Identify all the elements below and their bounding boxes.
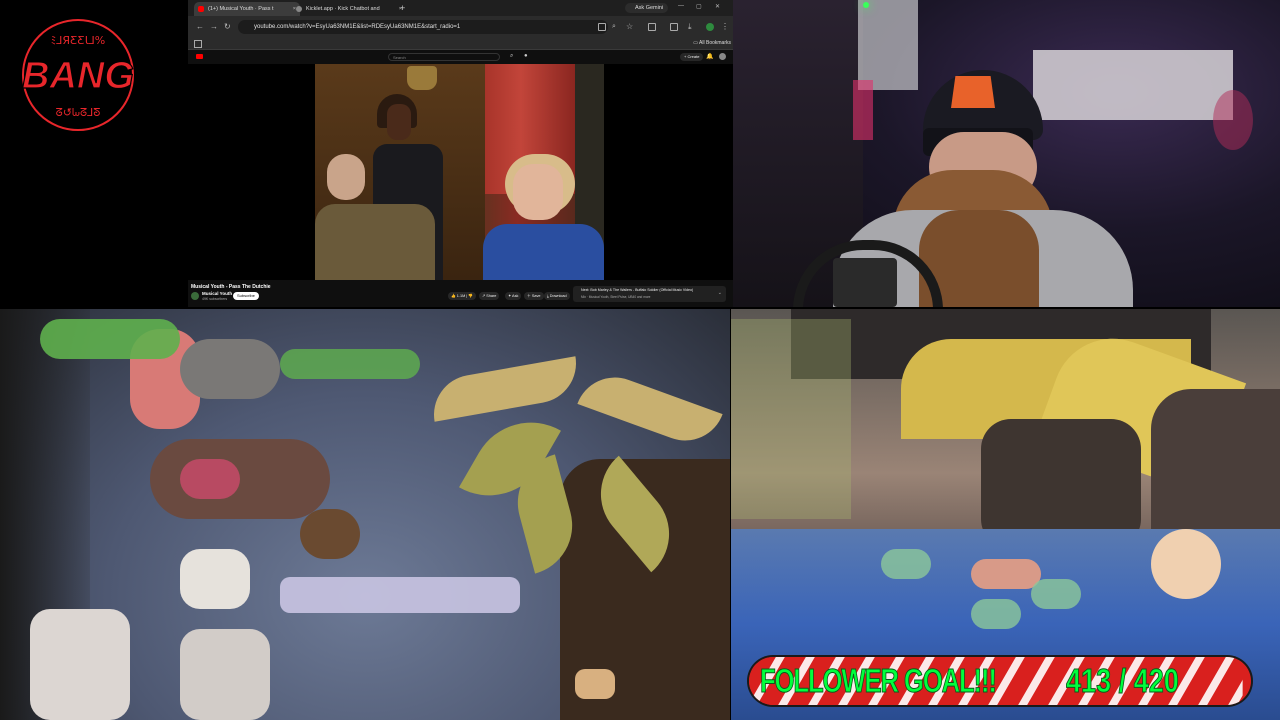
subscribe-label: Subscribe bbox=[237, 293, 255, 298]
video-meta: Musical Youth - Pass The Dutchie Musical… bbox=[188, 282, 733, 307]
close-window-icon[interactable]: ✕ bbox=[715, 3, 720, 10]
logo-top-text: ﾐ⅃ЯƸƸƖ⅃% bbox=[51, 34, 105, 47]
chevron-down-icon[interactable]: ⌄ bbox=[718, 290, 722, 296]
tab-bar: (1+) Musical Youth · Pass t × Kicklet.ap… bbox=[188, 0, 733, 16]
video-title: Musical Youth - Pass The Dutchie bbox=[191, 284, 271, 290]
channel-subs: 49K subscribers bbox=[202, 297, 228, 301]
share-label: Share bbox=[486, 294, 497, 298]
profile-avatar[interactable] bbox=[706, 23, 714, 31]
logo-bottom-text: ᘔ↺ᘈᘔ⅃ᘕ bbox=[56, 106, 101, 119]
create-label: + Create bbox=[684, 54, 700, 59]
sidebar-icon[interactable] bbox=[670, 23, 678, 31]
all-bookmarks[interactable]: ▭ All Bookmarks bbox=[693, 39, 731, 48]
forward-icon[interactable]: → bbox=[210, 22, 218, 32]
video-frame bbox=[315, 64, 604, 280]
like-count: 1.1M bbox=[456, 294, 466, 298]
youtube-page: Search ⌕ ● + Create 🔔 Musical Youth - Pa… bbox=[188, 50, 733, 307]
tab-kicklet[interactable]: Kicklet.app · Kick Chatbot and × bbox=[292, 2, 406, 16]
bang-logo: ﾐ⅃ЯƸƸƖ⅃% BANG ᘔ↺ᘈᘔ⅃ᘕ bbox=[21, 19, 135, 131]
like-button[interactable]: 👍 1.1M | 👎 bbox=[448, 292, 477, 300]
logo-name: BANG bbox=[22, 55, 134, 97]
tab-label: Kicklet.app · Kick Chatbot and bbox=[306, 6, 380, 12]
extensions-icon[interactable] bbox=[648, 23, 656, 31]
download-label: Download bbox=[549, 294, 567, 298]
mic-icon[interactable]: ● bbox=[524, 53, 528, 59]
download-button[interactable]: ⤓ Download bbox=[544, 292, 570, 300]
channel-avatar[interactable] bbox=[191, 292, 199, 300]
apps-icon[interactable] bbox=[194, 40, 202, 48]
download-icon[interactable]: ⤓ bbox=[688, 22, 692, 32]
goal-count: 413 / 420 bbox=[1066, 662, 1180, 700]
next-up-card[interactable]: Next: Bob Marley & The Wailers - Buffalo… bbox=[573, 286, 726, 302]
url-text: youtube.com/watch?v=EsyUa63NM1E&list=RDE… bbox=[254, 24, 461, 30]
youtube-icon bbox=[198, 6, 204, 12]
tank-cam-1 bbox=[0, 309, 730, 720]
subscribe-button[interactable]: Subscribe bbox=[233, 292, 259, 300]
youtube-search-input[interactable]: Search bbox=[388, 53, 500, 61]
tab-musical-youth[interactable]: (1+) Musical Youth · Pass t × bbox=[194, 2, 300, 16]
share-button[interactable]: ↗ Share bbox=[479, 292, 500, 300]
browser-window: (1+) Musical Youth · Pass t × Kicklet.ap… bbox=[188, 0, 733, 307]
next-up-sub: Mix · Musical Youth, Steel Pulse, UB40 a… bbox=[581, 295, 651, 299]
kicklet-icon bbox=[296, 6, 302, 12]
ask-label: Ask bbox=[512, 294, 519, 298]
youtube-logo[interactable] bbox=[196, 54, 205, 60]
minimize-icon[interactable]: — bbox=[678, 3, 684, 9]
save-button[interactable]: ＋ Save bbox=[524, 292, 544, 300]
all-bookmarks-label: All Bookmarks bbox=[699, 40, 731, 46]
search-placeholder: Search bbox=[393, 55, 406, 60]
next-up-title: Next: Bob Marley & The Wailers - Buffalo… bbox=[581, 288, 694, 292]
address-row: ← → ↻ youtube.com/watch?v=EsyUa63NM1E&li… bbox=[188, 16, 733, 38]
youtube-avatar[interactable] bbox=[719, 53, 726, 60]
bookmarks-bar: ▭ All Bookmarks bbox=[188, 38, 733, 50]
ask-gemini-label: Ask Gemini bbox=[635, 5, 664, 11]
create-button[interactable]: + Create bbox=[680, 53, 704, 61]
tab-label: (1+) Musical Youth · Pass t bbox=[208, 6, 274, 12]
address-bar[interactable]: youtube.com/watch?v=EsyUa63NM1E&list=RDE… bbox=[238, 20, 608, 34]
zoom-icon[interactable]: ⌕ bbox=[612, 22, 616, 32]
channel-name[interactable]: Musical Youth bbox=[202, 291, 232, 296]
save-label: Save bbox=[531, 294, 541, 298]
reload-icon[interactable]: ↻ bbox=[224, 22, 231, 32]
video-player[interactable] bbox=[188, 64, 733, 280]
back-icon[interactable]: ← bbox=[196, 22, 204, 32]
cast-icon[interactable] bbox=[598, 23, 606, 31]
ask-button[interactable]: ✦ Ask bbox=[505, 292, 522, 300]
goal-label: FOLLOWER GOAL!!! bbox=[760, 662, 998, 700]
notifications-icon[interactable]: 🔔 bbox=[706, 53, 713, 60]
bookmark-star-icon[interactable]: ☆ bbox=[626, 22, 633, 32]
webcam-feed bbox=[733, 0, 1280, 307]
maximize-icon[interactable]: ▢ bbox=[696, 3, 702, 10]
ask-gemini-button[interactable]: Ask Gemini bbox=[625, 3, 669, 13]
new-tab-icon[interactable]: + bbox=[400, 2, 405, 14]
search-icon[interactable]: ⌕ bbox=[510, 53, 513, 60]
menu-icon[interactable]: ⋮ bbox=[721, 22, 729, 32]
